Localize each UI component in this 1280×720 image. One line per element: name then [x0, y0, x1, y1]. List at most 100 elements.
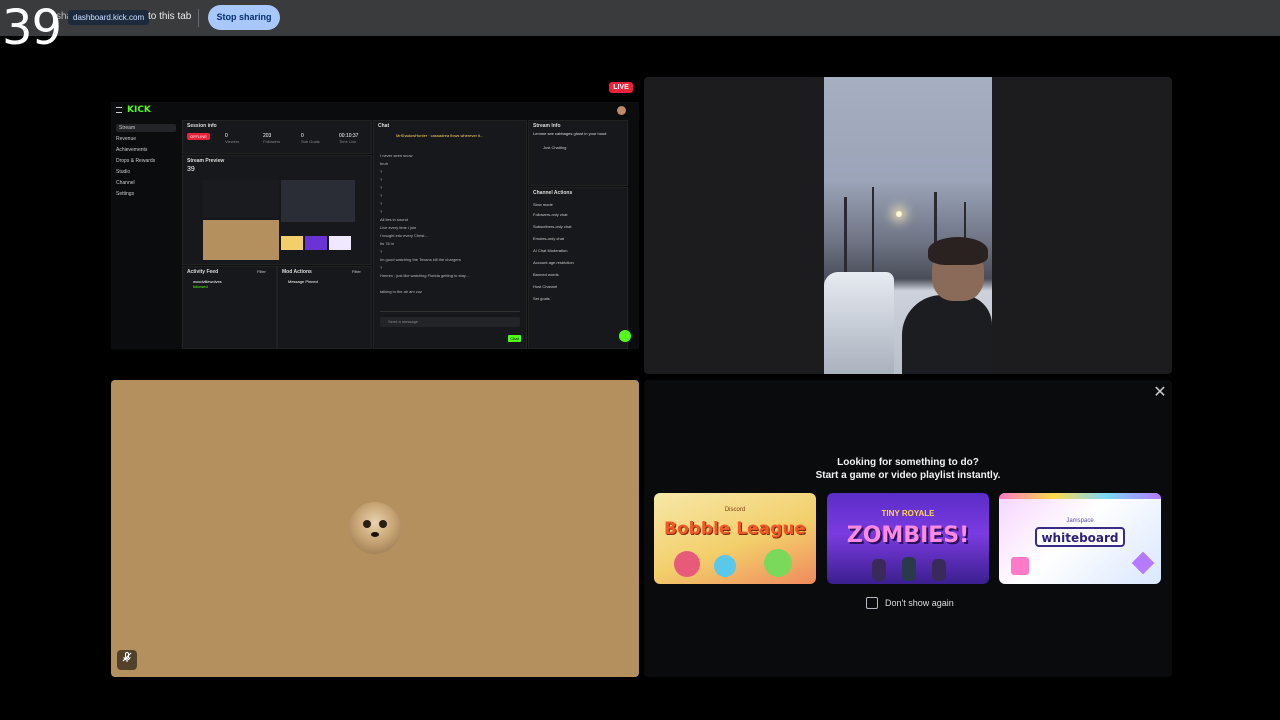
sidebar-item-studio: Studio: [116, 169, 131, 175]
sidebar-item-stream: Stream: [116, 124, 176, 132]
live-badge: LIVE: [609, 82, 633, 93]
session-info-panel: Session info OFFLINE 0 Viewers 203 Followe…: [182, 120, 372, 154]
chat-line: ?: [380, 185, 383, 190]
chat-line: Its 78 in: [380, 241, 395, 246]
card-sub: Jamspace: [1066, 518, 1094, 524]
mic-muted-icon[interactable]: [117, 650, 137, 670]
person-body: [902, 295, 992, 374]
sidebar-item-revenue: Revenue: [116, 136, 137, 142]
preview-card-2: [305, 236, 327, 250]
zombie-icon: [932, 559, 946, 581]
action-account-age: Account age restriction: [533, 260, 574, 265]
card-sub: Discord: [724, 507, 746, 513]
action-ai-mod: AI Chat Moderation: [533, 248, 568, 253]
chat-line: bruh: [380, 161, 389, 166]
screen-share-tile[interactable]: KICK Stream Revenue Achievements Drops &…: [111, 77, 639, 374]
shared-domain: dashboard.kick.com: [68, 10, 150, 25]
chat-input[interactable]: Send a message: [380, 317, 520, 327]
preview-counter: 39: [187, 166, 195, 173]
stream-preview-panel: Stream Preview 39: [182, 155, 372, 265]
sticker-icon: [1011, 557, 1029, 575]
zombie-icon: [872, 559, 886, 581]
chat-pinned: MrShadowHunter · cassadrea flows whereve…: [396, 133, 484, 138]
street-lamp: [896, 211, 902, 217]
avatar-eye: [379, 520, 387, 528]
chat-line: ?: [380, 193, 383, 198]
person-hair: [928, 237, 988, 265]
action-banned-words: Banned words: [533, 272, 559, 277]
menu-icon: [116, 107, 122, 113]
activity-headline: Looking for something to do? Start a gam…: [644, 456, 1172, 482]
stat-sub-goals: 0 Sub Goals: [301, 133, 320, 144]
zombie-icon: [902, 557, 916, 581]
kick-topbar: KICK: [111, 102, 639, 120]
tree: [872, 187, 874, 277]
frame-counter: 39: [2, 0, 62, 56]
chat-line: ?: [380, 201, 383, 206]
chat-line: ?: [380, 209, 383, 214]
card-sub: TINY ROYALE: [881, 509, 935, 518]
camera-tile[interactable]: [644, 77, 1172, 374]
user-avatar: [349, 502, 401, 554]
character-icon: [714, 555, 736, 577]
preview-share-thumb: [203, 180, 279, 218]
car: [824, 272, 894, 374]
preview-card-3: [329, 236, 351, 250]
chat-line: ?: [380, 249, 383, 254]
character-icon: [764, 549, 792, 577]
kick-fab-icon: [619, 330, 631, 342]
person: [902, 237, 992, 374]
avatar-nose: [371, 532, 379, 537]
activity-filter: Filter: [257, 269, 266, 274]
activity-card-zombies[interactable]: TINY ROYALE ZOMBIES!: [827, 493, 989, 584]
preview-cam-thumb: [281, 180, 355, 222]
channel-actions-title: Channel Actions: [533, 190, 573, 196]
sidebar-item-achievements: Achievements: [116, 147, 148, 153]
character-icon: [674, 551, 700, 577]
session-info-title: Session info: [187, 123, 217, 129]
kick-logo: KICK: [127, 105, 151, 115]
chat-line: ?: [380, 169, 383, 174]
chat-line: talking in the air am cuz: [380, 289, 423, 294]
sidebar-item-drops: Drops & Rewards: [116, 158, 156, 164]
action-emotes-only: Emotes-only chat: [533, 236, 564, 241]
to-tab-label: to this tab: [148, 11, 192, 22]
kick-right-rail: [629, 120, 639, 349]
headline-line-2: Start a game or video playlist instantly…: [815, 470, 1001, 481]
chat-line: Live every time i join: [380, 225, 417, 230]
avatar: [617, 106, 626, 115]
channel-actions-panel: Channel Actions Slow mode Followers-only…: [528, 187, 628, 349]
star-icon: [1131, 551, 1155, 575]
card-top-strip: [999, 493, 1161, 499]
activity-card-bobble-league[interactable]: Discord Bobble League: [654, 493, 816, 584]
chat-line: Im good watching the Texans kill the cha…: [380, 257, 461, 262]
stream-info-title: Stream Info: [533, 123, 561, 129]
category-label: Just Chatting: [543, 145, 567, 150]
activity-card-whiteboard[interactable]: Jamspace whiteboard: [999, 493, 1161, 584]
avatar-eye: [363, 520, 371, 528]
activity-feed-panel: Activity Feed Filter woodvillewolves fol…: [182, 266, 277, 349]
action-subs-only: Subscribers-only chat: [533, 224, 572, 229]
action-set-goals: Set goals: [533, 296, 550, 301]
card-title: ZOMBIES!: [846, 523, 970, 548]
card-title: Bobble League: [664, 519, 806, 539]
dont-show-again-checkbox[interactable]: [866, 597, 878, 609]
mod-filter: Filter: [352, 269, 361, 274]
kick-dashboard: KICK Stream Revenue Achievements Drops &…: [111, 102, 639, 349]
action-host: Host Channel: [533, 284, 558, 289]
close-icon[interactable]: ✕: [1152, 385, 1168, 401]
chat-line: ?: [380, 265, 383, 270]
screen-share-bar: sharing dashboard.kick.com to this tab S…: [0, 0, 1280, 36]
stop-sharing-button[interactable]: Stop sharing: [208, 5, 280, 30]
card-title: whiteboard: [1041, 531, 1119, 545]
chat-send-button[interactable]: Chat: [508, 335, 521, 342]
chat-panel: Chat MrShadowHunter · cassadrea flows wh…: [373, 120, 527, 349]
stream-info-panel: Stream Info Lemme see cabbages ghost in …: [528, 120, 628, 186]
activity-launcher-tile: ✕ Looking for something to do? Start a g…: [644, 380, 1172, 677]
stream-preview-title: Stream Preview: [187, 158, 225, 164]
avatar-tile[interactable]: [111, 380, 639, 677]
dont-show-again-label: Don't show again: [885, 598, 954, 608]
chat-line: All lies in sound: [380, 217, 408, 222]
mod-action-item: Message Pinned: [288, 279, 318, 284]
chat-line: Hmmm ; just like watching Florida gettin…: [380, 273, 470, 278]
